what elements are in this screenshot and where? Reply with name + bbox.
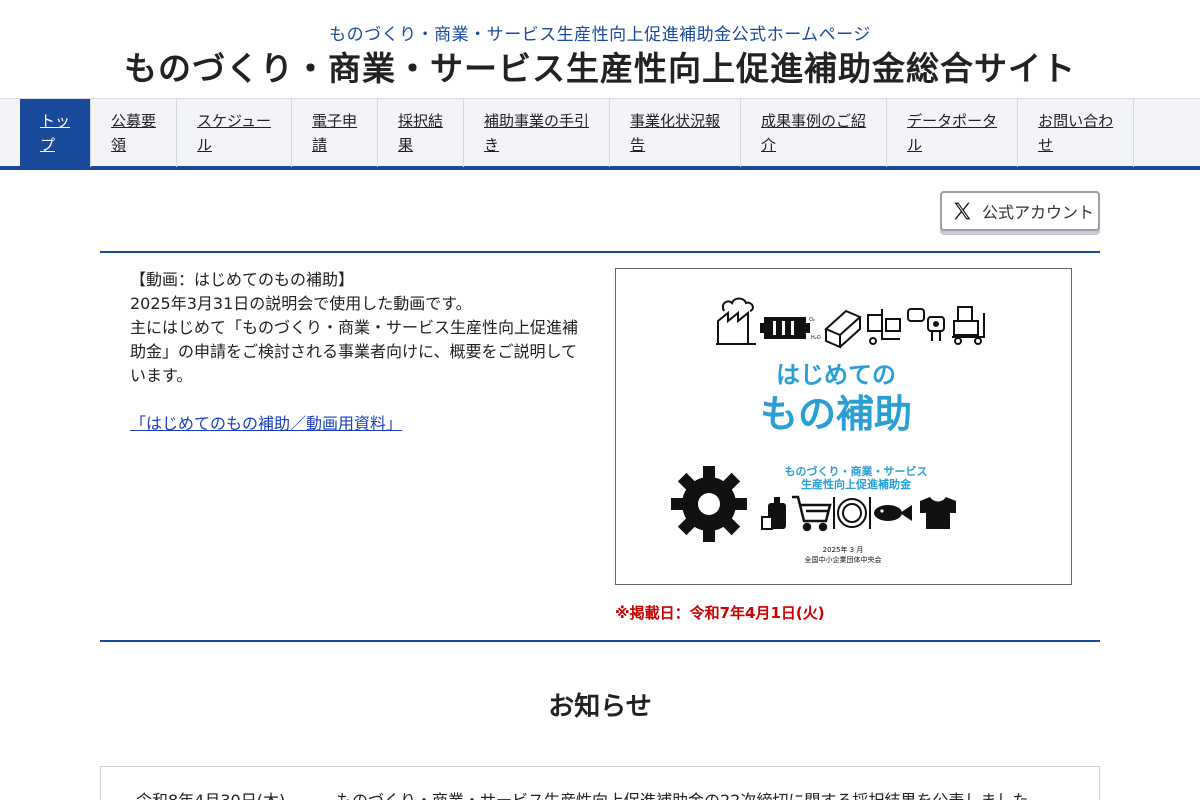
- x-logo-icon: [954, 202, 971, 220]
- feature-line: います。: [130, 366, 193, 385]
- published-date: ※掲載日：令和7年4月1日(火): [615, 604, 825, 622]
- news-heading: お知らせ: [548, 692, 652, 722]
- thumbnail-title-small: はじめての: [776, 361, 896, 389]
- nav-item-guidelines[interactable]: 公募要領: [91, 99, 178, 167]
- x-account-label: 公式アカウント: [982, 203, 1095, 222]
- t-shirt-icon: [920, 497, 956, 529]
- svg-text:O₂: O₂: [809, 317, 815, 323]
- thumbnail-caption-2: 生産性向上促進補助金: [801, 477, 912, 491]
- fish-icon: [874, 505, 912, 521]
- feature-line: 2025年3月31日の説明会で使用した動画です。: [130, 294, 472, 313]
- news-list: 令和8年4月30日(木) ものづくり・商業・サービス生産性向上促進補助金の22次…: [100, 766, 1100, 800]
- news-date: 令和8年4月30日(木): [136, 787, 285, 800]
- fuel-cell-icon: O₂ H₂O: [760, 317, 821, 341]
- factory-icon: [716, 297, 756, 345]
- nav-item-top[interactable]: トップ: [20, 99, 92, 167]
- cart-boxes-icon: [952, 306, 985, 345]
- site-header: ものづくり・商業・サービス生産性向上促進補助金公式ホームページ ものづくり・商業…: [0, 0, 1200, 98]
- nav-item-case-studies[interactable]: 成果事例のご紹介: [741, 99, 888, 167]
- feature-line: 主にはじめて「ものづくり・商業・サービス生産性向上促進補: [130, 318, 579, 337]
- thumbnail-date: 2025年 3 月: [823, 545, 864, 554]
- nav-item-data-portal[interactable]: データポータル: [887, 99, 1019, 167]
- section-divider-bottom: [100, 640, 1100, 642]
- bottle-icon: [761, 497, 786, 530]
- thumbnail-title-large: もの補助: [760, 392, 912, 436]
- feature-description: 【動画：はじめてのもの補助】 2025年3月31日の説明会で使用した動画です。 …: [130, 268, 590, 388]
- robot-icon: [907, 308, 945, 341]
- gear-icon: [671, 466, 747, 542]
- hajimete-monohojo-thumbnail[interactable]: O₂ H₂O はじめての もの補助 ものづくり・商業・サービス 生産性向上促進補…: [615, 268, 1072, 585]
- video-material-link[interactable]: 「はじめてのもの補助／動画用資料」: [130, 412, 402, 436]
- nav-item-results[interactable]: 採択結果: [378, 99, 465, 167]
- section-divider-top: [100, 251, 1100, 253]
- shopping-cart-icon: [792, 495, 832, 532]
- thumbnail-caption-1: ものづくり・商業・サービス: [785, 464, 928, 478]
- steel-beam-icon: [824, 309, 862, 349]
- svg-text:H₂O: H₂O: [811, 335, 821, 341]
- news-title[interactable]: ものづくり・商業・サービス生産性向上促進補助金の22次締切に関する採択結果を公表…: [336, 787, 1028, 800]
- thumbnail-artwork: O₂ H₂O はじめての もの補助 ものづくり・商業・サービス 生産性向上促進補…: [671, 297, 985, 564]
- nav-item-e-application[interactable]: 電子申請: [292, 99, 378, 167]
- thumbnail-org: 全国中小企業団体中央会: [805, 555, 882, 564]
- nav-item-schedule[interactable]: スケジュール: [177, 99, 292, 167]
- nav-item-handbook[interactable]: 補助事業の手引き: [464, 99, 611, 167]
- forklift-icon: [867, 309, 901, 345]
- nav-item-status-report[interactable]: 事業化状況報告: [610, 99, 742, 167]
- global-nav: トップ 公募要領 スケジュール 電子申請 採択結果 補助事業の手引き 事業化状況…: [0, 98, 1200, 170]
- feature-line: 【動画：はじめてのもの補助】: [130, 270, 355, 289]
- plate-cutlery-icon: [833, 497, 871, 529]
- x-official-account-button[interactable]: 公式アカウント: [940, 191, 1100, 231]
- feature-line: 助金」の申請をご検討される事業者向けに、概要をご説明して: [130, 342, 578, 361]
- nav-item-contact[interactable]: お問い合わせ: [1018, 99, 1135, 167]
- site-title[interactable]: ものづくり・商業・サービス生産性向上促進補助金総合サイト: [0, 42, 1200, 90]
